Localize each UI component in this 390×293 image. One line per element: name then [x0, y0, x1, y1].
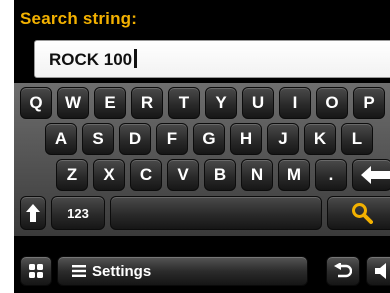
text-cursor	[134, 49, 138, 68]
space-key[interactable]	[110, 196, 322, 230]
key-b[interactable]: B	[204, 159, 236, 191]
key-v[interactable]: V	[167, 159, 199, 191]
key-d[interactable]: D	[119, 123, 151, 155]
key-c[interactable]: C	[130, 159, 162, 191]
search-input-text: ROCK 100	[49, 50, 133, 69]
key-m[interactable]: M	[278, 159, 310, 191]
volume-button[interactable]	[366, 256, 390, 286]
speaker-icon	[375, 263, 390, 279]
up-arrow-icon	[26, 204, 40, 222]
return-icon	[334, 263, 352, 279]
key-q[interactable]: Q	[20, 87, 52, 119]
numbers-key[interactable]: 123	[51, 196, 105, 230]
key-e[interactable]: E	[94, 87, 126, 119]
grid-button[interactable]	[20, 256, 52, 286]
settings-label: Settings	[92, 262, 152, 280]
key-g[interactable]: G	[193, 123, 225, 155]
shift-key[interactable]	[20, 196, 46, 230]
grid-icon	[29, 264, 43, 278]
key-x[interactable]: X	[93, 159, 125, 191]
key-n[interactable]: N	[241, 159, 273, 191]
settings-button[interactable]: Settings	[57, 256, 308, 286]
key-p[interactable]: P	[353, 87, 385, 119]
key-w[interactable]: W	[57, 87, 89, 119]
bottom-bar: Settings	[14, 248, 390, 293]
key-u[interactable]: U	[242, 87, 274, 119]
key-k[interactable]: K	[304, 123, 336, 155]
key-period[interactable]: .	[315, 159, 347, 191]
screen: Search string: ROCK 100 Q W E R T Y U I …	[14, 0, 390, 293]
key-t[interactable]: T	[168, 87, 200, 119]
key-a[interactable]: A	[45, 123, 77, 155]
search-input-value: ROCK 100	[49, 49, 138, 70]
page-title: Search string:	[20, 9, 138, 28]
key-h[interactable]: H	[230, 123, 262, 155]
key-o[interactable]: O	[316, 87, 348, 119]
key-s[interactable]: S	[82, 123, 114, 155]
key-j[interactable]: J	[267, 123, 299, 155]
back-arrow-icon	[361, 166, 390, 184]
menu-lines-icon	[72, 264, 86, 278]
on-screen-keyboard: Q W E R T Y U I O P A S D F G H J K L Z …	[14, 83, 390, 236]
key-z[interactable]: Z	[56, 159, 88, 191]
back-button[interactable]	[326, 256, 360, 286]
key-f[interactable]: F	[156, 123, 188, 155]
search-input[interactable]: ROCK 100	[34, 40, 390, 78]
magnifier-icon	[351, 202, 373, 224]
search-key[interactable]	[327, 196, 390, 230]
key-r[interactable]: R	[131, 87, 163, 119]
key-y[interactable]: Y	[205, 87, 237, 119]
title-bar: Search string:	[14, 0, 390, 34]
backspace-key[interactable]	[352, 159, 390, 191]
key-l[interactable]: L	[341, 123, 373, 155]
key-i[interactable]: I	[279, 87, 311, 119]
